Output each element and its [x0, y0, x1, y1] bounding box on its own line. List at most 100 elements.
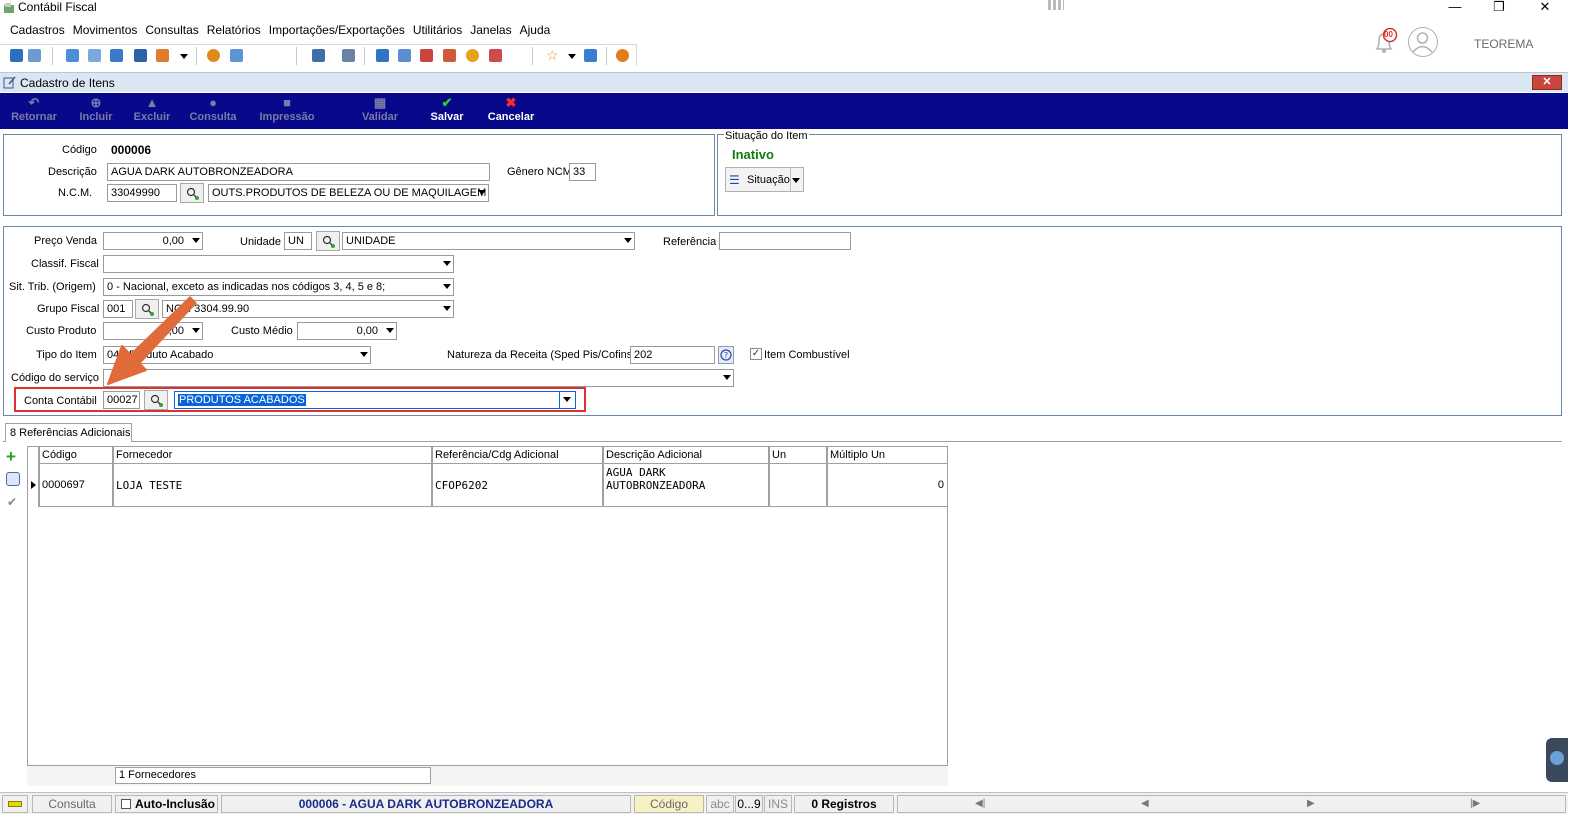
cell-fornecedor: LOJA TESTE [113, 464, 432, 507]
menu-janelas[interactable]: Janelas [466, 20, 515, 40]
power-icon[interactable] [616, 49, 629, 62]
magnifier-icon [186, 187, 199, 200]
user-avatar-icon[interactable] [1408, 27, 1438, 57]
descricao-input[interactable]: AGUA DARK AUTOBRONZEADORA [107, 163, 490, 181]
status-color-indicator [2, 795, 28, 813]
preco-input[interactable]: 0,00 [103, 232, 203, 250]
conta-search-button[interactable] [144, 390, 168, 410]
folder-icon[interactable] [10, 49, 23, 62]
combustivel-checkbox[interactable]: ✓ [750, 348, 762, 360]
grid-confirm-button[interactable]: ✔ [7, 495, 17, 509]
col-un[interactable]: Un [769, 446, 827, 464]
natureza-input[interactable]: 202 [630, 346, 715, 364]
incluir-button[interactable]: ⊕ Incluir [75, 95, 117, 124]
menu-consultas[interactable]: Consultas [141, 20, 202, 40]
validar-button[interactable]: ▦ Validar [358, 96, 402, 124]
chevron-down-icon [386, 328, 394, 333]
annotation-arrow [107, 296, 197, 385]
preco-label: Preço Venda [34, 235, 97, 247]
last-record-icon[interactable]: |▶ [1470, 798, 1480, 809]
export-icon[interactable] [312, 49, 325, 62]
restore-button[interactable]: ❐ [1484, 0, 1514, 16]
salvar-button[interactable]: ✔ Salvar [426, 96, 468, 124]
codigo-value: 000006 [111, 143, 152, 157]
unidade-desc-select[interactable]: UNIDADE [342, 232, 635, 250]
col-referencia[interactable]: Referência/Cdg Adicional [432, 446, 603, 464]
minimize-button[interactable]: — [1440, 0, 1470, 16]
grid-footer-count: 1 Fornecedores [115, 767, 431, 784]
cell-referencia: CFOP6202 [432, 464, 603, 507]
conta-desc-select[interactable]: PRODUTOS ACABADOS [174, 391, 576, 409]
star-icon[interactable]: ☆ [546, 47, 559, 63]
menu-ajuda[interactable]: Ajuda [516, 20, 555, 40]
chevron-down-icon [624, 238, 632, 243]
prev-record-icon[interactable]: ◀ [1141, 798, 1149, 809]
x-icon: ✖ [505, 95, 517, 110]
document-icon[interactable] [66, 49, 79, 62]
gear-icon[interactable] [207, 49, 220, 62]
calendar-red-icon[interactable] [443, 49, 456, 62]
cell-un [769, 464, 827, 507]
window-icon[interactable] [584, 49, 597, 62]
retornar-button[interactable]: ↶ Retornar [8, 96, 60, 124]
list-icon[interactable] [88, 49, 101, 62]
menu-movimentos[interactable]: Movimentos [69, 20, 142, 40]
close-app-button[interactable]: ✕ [1530, 0, 1560, 16]
menu-utilitarios[interactable]: Utilitários [409, 20, 466, 40]
grid-add-button[interactable]: + [6, 448, 16, 465]
situacao-button[interactable]: ☰ Situação [725, 167, 804, 192]
barcode-icon[interactable] [342, 49, 355, 62]
search-icon: ● [209, 95, 217, 110]
custo-medio-input[interactable]: 0,00 [297, 322, 397, 340]
grid-icon[interactable] [230, 49, 243, 62]
unidade-search-button[interactable] [316, 231, 340, 251]
col-descricao[interactable]: Descrição Adicional [603, 446, 769, 464]
natureza-help-button[interactable]: ? [718, 346, 734, 364]
notification-count: 00 [1384, 30, 1393, 39]
ncm-desc-select[interactable]: OUTS.PRODUTOS DE BELEZA OU DE MAQUILAGEM [208, 184, 489, 202]
excluir-button[interactable]: ▲ Excluir [130, 96, 174, 124]
conta-input[interactable]: 00027 [103, 391, 140, 409]
chart-icon[interactable] [156, 49, 169, 62]
users-icon[interactable] [28, 49, 41, 62]
menu-importacoes[interactable]: Importações/Exportações [265, 20, 409, 40]
classif-select[interactable] [103, 255, 454, 273]
ncm-search-button[interactable] [180, 183, 204, 203]
cancelar-button[interactable]: ✖ Cancelar [485, 95, 537, 124]
status-sort[interactable]: Código [634, 795, 704, 813]
impressao-button[interactable]: ■ Impressão [255, 96, 319, 124]
side-tab-button[interactable] [1546, 738, 1568, 782]
card-icon[interactable] [110, 49, 123, 62]
table-icon[interactable] [134, 49, 147, 62]
close-window-button[interactable]: ✕ [1532, 75, 1562, 90]
grupo-desc-select[interactable]: NCM 3304.99.90 [162, 300, 454, 318]
first-record-icon[interactable]: ◀| [975, 798, 985, 809]
next-record-icon[interactable]: ▶ [1307, 798, 1315, 809]
genero-input[interactable]: 33 [569, 163, 596, 181]
grid-refresh-button[interactable] [6, 472, 20, 486]
report-icon[interactable] [489, 49, 502, 62]
unidade-input[interactable]: UN [284, 232, 312, 250]
ledger-icon[interactable] [376, 49, 389, 62]
genero-label: Gênero NCM [507, 166, 572, 178]
col-fornecedor[interactable]: Fornecedor [113, 446, 432, 464]
auto-inclusao-toggle[interactable]: Auto-Inclusão [115, 795, 218, 813]
referencia-input[interactable] [719, 232, 851, 250]
menu-relatorios[interactable]: Relatórios [203, 20, 265, 40]
auto-inclusao-checkbox[interactable] [121, 799, 131, 809]
col-multiplo[interactable]: Múltiplo Un [827, 446, 948, 464]
chevron-down-icon[interactable] [180, 54, 188, 59]
ncm-input[interactable]: 33049990 [107, 184, 177, 202]
menu-cadastros[interactable]: Cadastros [6, 20, 69, 40]
calendar-icon[interactable] [420, 49, 433, 62]
svg-text:?: ? [724, 351, 728, 360]
grid-view-icon[interactable] [1048, 0, 1064, 10]
col-codigo[interactable]: Código [39, 446, 113, 464]
status-mode: Consulta [32, 795, 112, 813]
tab-referencias[interactable]: 8 Referências Adicionais [5, 423, 132, 442]
calculator-icon[interactable] [398, 49, 411, 62]
chevron-down-icon[interactable] [568, 54, 576, 59]
plus-circle-icon: ⊕ [90, 95, 102, 110]
consulta-button[interactable]: ● Consulta [186, 95, 240, 124]
coin-icon[interactable] [466, 49, 479, 62]
